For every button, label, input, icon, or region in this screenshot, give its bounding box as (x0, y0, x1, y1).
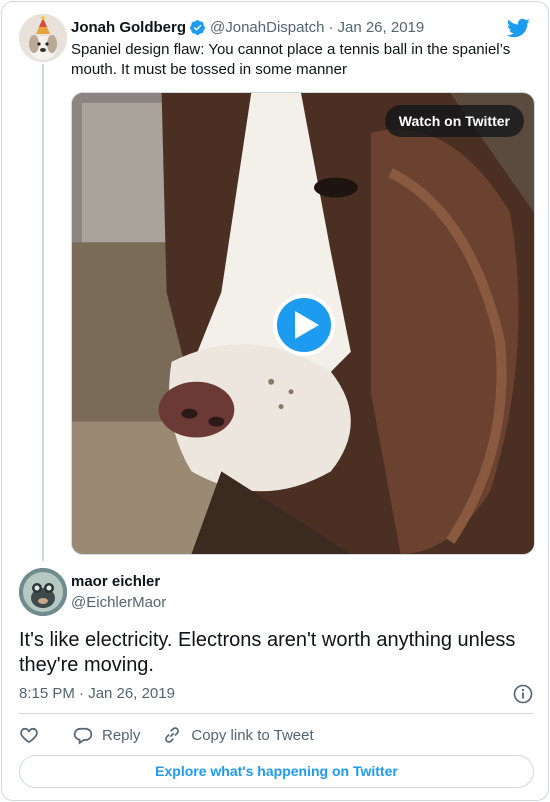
tweet-actions: Reply Copy link to Tweet (19, 723, 314, 747)
video-thumbnail[interactable]: Watch on Twitter (71, 92, 535, 555)
tweet-text: It's like electricity. Electrons aren't … (19, 629, 516, 676)
reply-button[interactable]: Reply (73, 725, 140, 745)
parent-tweet-header: Jonah Goldberg @JonahDispatch · Jan 26, … (71, 16, 424, 38)
verified-badge-icon (189, 19, 206, 36)
copy-link-label: Copy link to Tweet (191, 726, 314, 744)
tweet-text: Spaniel design flaw: You cannot place a … (71, 41, 511, 78)
reply-icon (73, 727, 93, 745)
play-button[interactable] (273, 294, 335, 356)
explore-button[interactable]: Explore what's happening on Twitter (19, 755, 534, 788)
watch-on-twitter-button[interactable]: Watch on Twitter (384, 105, 524, 137)
avatar[interactable] (19, 568, 67, 616)
thread-line (42, 64, 44, 561)
play-icon (295, 311, 319, 339)
twitter-bird-icon[interactable] (506, 16, 530, 40)
tweet-date[interactable]: Jan 26, 2019 (337, 19, 424, 36)
tweet-timestamp[interactable]: 8:15 PM · Jan 26, 2019 (19, 685, 175, 702)
info-icon[interactable] (513, 684, 533, 704)
separator-dot: · (328, 18, 334, 36)
link-icon (165, 727, 180, 743)
divider (19, 713, 534, 714)
like-button[interactable] (19, 725, 39, 745)
author-handle[interactable]: @EichlerMaor (71, 594, 166, 611)
avatar[interactable] (19, 14, 67, 62)
reply-label: Reply (102, 726, 141, 744)
heart-icon (20, 727, 38, 744)
author-name[interactable]: Jonah Goldberg (71, 19, 186, 36)
tweet-embed-card: Jonah Goldberg @JonahDispatch · Jan 26, … (1, 1, 549, 801)
author-name[interactable]: maor eichler (71, 573, 160, 590)
copy-link-button[interactable]: Copy link to Tweet (162, 725, 314, 745)
author-handle[interactable]: @JonahDispatch (210, 19, 324, 36)
